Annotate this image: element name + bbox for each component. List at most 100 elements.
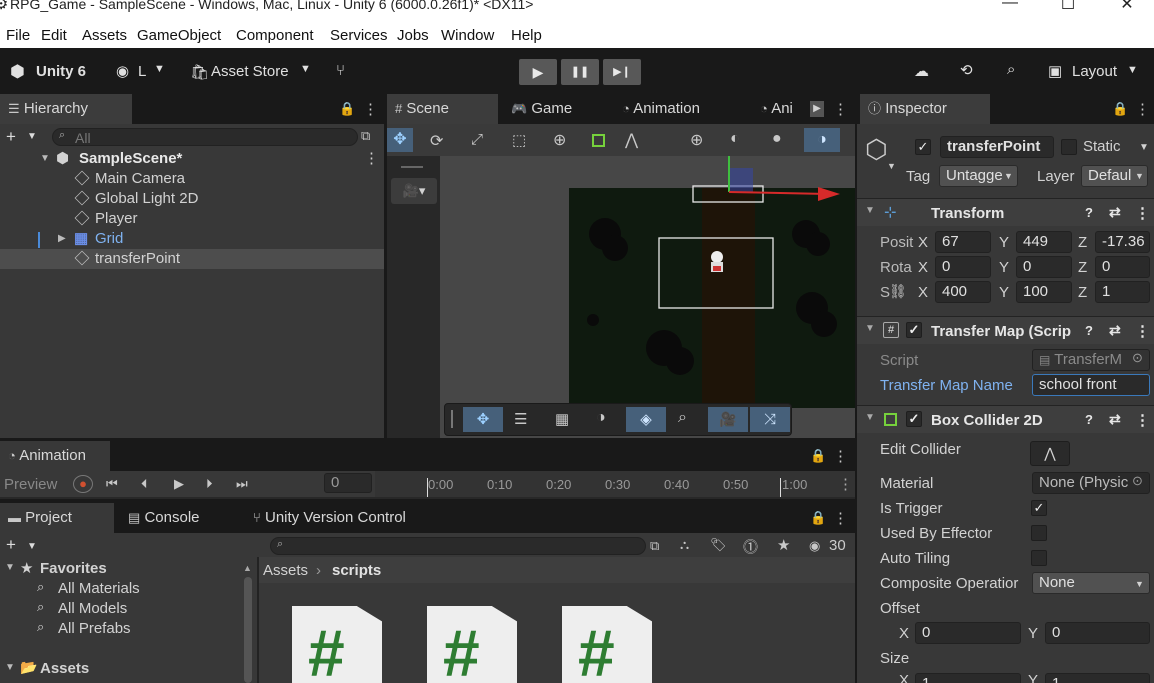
prev-keyframe-icon[interactable]: ⏴ [141,476,148,492]
component-enabled-checkbox[interactable]: ✓ [906,322,922,338]
lock-icon[interactable]: 🔒 [810,510,826,526]
splitter[interactable] [0,438,855,441]
warning-filter-icon[interactable]: ⓵ [743,536,758,557]
lighting-icon[interactable]: ◑ [596,409,606,427]
asset-store-dropdown-icon[interactable]: ▼ [300,63,311,75]
scene-visibility-icon[interactable]: ◈ [626,407,666,432]
favorites-label[interactable]: Favorites [40,560,107,577]
scene-row[interactable]: ▼ ⬢ SampleScene* ⋮ [0,149,384,169]
constrain-proportions-icon[interactable]: ⛓ [889,283,907,300]
menu-services[interactable]: Services [330,27,388,44]
tab-project[interactable]: ▬ Project [0,503,114,533]
rotation-y-field[interactable]: 0 [1016,256,1072,278]
layout-dropdown-icon[interactable]: ▼ [1127,64,1138,76]
play-animation-icon[interactable]: ▶ [174,476,184,492]
play-button[interactable]: ▶ [519,59,557,85]
tab-overflow-icon[interactable]: ▶ [810,101,824,117]
add-icon[interactable]: + [6,127,16,147]
position-x-field[interactable]: 67 [935,231,991,253]
history-icon[interactable]: ⟲ [960,61,973,79]
close-button[interactable]: ✕ [1107,0,1147,18]
offset-y-field[interactable]: 0 [1045,622,1150,644]
asset-store-icon[interactable]: 🛍 [190,63,209,81]
favorite-item[interactable]: All Prefabs [58,620,131,637]
menu-jobs[interactable]: Jobs [397,27,429,44]
filter-icon[interactable]: ⛬ [680,537,689,553]
scroll-up-icon[interactable]: ▲ [243,563,252,573]
help-icon[interactable]: ? [1085,205,1093,220]
offset-x-field[interactable]: 0 [915,622,1021,644]
expand-arrow-icon[interactable]: ▼ [5,562,15,573]
object-picker-icon[interactable]: ⊙ [1132,350,1143,366]
breadcrumb-scripts[interactable]: scripts [332,562,381,579]
position-z-field[interactable]: -17.36 [1095,231,1150,253]
kebab-menu-icon[interactable]: ⋮ [833,447,848,465]
pivot-icon[interactable]: ⊕ [690,130,703,150]
tab-console[interactable]: ▤ Console [120,503,200,533]
menu-gameobject[interactable]: GameObject [137,27,221,44]
drag-handle[interactable] [401,166,423,168]
zoom-icon[interactable]: ⌕ [678,409,687,427]
camera-icon[interactable]: 🎥 [708,407,748,432]
static-checkbox[interactable] [1061,139,1077,155]
expand-arrow-icon[interactable]: ▶ [58,229,66,249]
layout-icon[interactable]: ▣ [1048,62,1062,80]
rotation-z-field[interactable]: 0 [1095,256,1150,278]
lock-icon[interactable]: 🔒 [339,101,355,117]
transfer-map-header[interactable]: ▼ # ✓ Transfer Map (Scrip ? ⇄ ⋮ [857,316,1154,344]
hierarchy-item[interactable]: Main Camera [0,169,384,189]
expand-arrow-icon[interactable]: ▼ [5,662,15,673]
scale-tool-icon[interactable]: ⤢ [471,131,483,148]
maximize-button[interactable]: ☐ [1048,0,1088,18]
presets-icon[interactable]: ⇄ [1109,204,1121,221]
static-dropdown-icon[interactable]: ▼ [1139,142,1149,153]
cloud-icon[interactable]: ☁ [914,62,929,80]
2d-mode-icon[interactable]: ◑ [804,128,840,152]
collider-edit-icon[interactable] [592,134,605,147]
splitter[interactable] [384,94,387,438]
pause-button[interactable]: ❚❚ [561,59,599,85]
lock-icon[interactable]: 🔒 [1112,101,1128,117]
component-kebab-icon[interactable]: ⋮ [1135,411,1150,429]
add-icon[interactable]: + [6,535,16,555]
scene-viewport[interactable] [440,156,855,438]
presets-icon[interactable]: ⇄ [1109,322,1121,339]
composite-operation-dropdown[interactable]: None [1032,572,1150,594]
timeline-kebab-icon[interactable]: ⋮ [838,475,853,493]
favorite-star-icon[interactable]: ★ [777,536,790,554]
last-keyframe-icon[interactable]: ⏭ [236,476,248,492]
overlay-drag-handle[interactable] [451,410,453,428]
hierarchy-search-input[interactable]: ⌕ All [52,128,358,146]
timeline-ruler[interactable]: 0:00 0:10 0:20 0:30 0:40 0:50 1:00 ⋮ [375,471,855,497]
is-trigger-checkbox[interactable]: ✓ [1031,500,1047,516]
minimize-button[interactable]: — [990,0,1030,18]
assets-label[interactable]: Assets [40,660,89,677]
scale-y-field[interactable]: 100 [1016,281,1072,303]
kebab-menu-icon[interactable]: ⋮ [363,100,378,118]
tree-scrollbar[interactable] [244,577,252,683]
menu-window[interactable]: Window [441,27,494,44]
kebab-menu-icon[interactable]: ⋮ [1135,100,1150,118]
menu-edit[interactable]: Edit [41,27,67,44]
hierarchy-item[interactable]: ▶ ▦ Grid [0,229,384,249]
active-checkbox[interactable]: ✓ [915,139,931,155]
menu-assets[interactable]: Assets [82,27,127,44]
collapse-arrow-icon[interactable]: ▼ [865,412,875,423]
asset-store-label[interactable]: Asset Store [211,63,289,80]
transform-header[interactable]: ▼ ⊹ Transform ? ⇄ ⋮ [857,198,1154,226]
account-dropdown-icon[interactable]: ▼ [154,63,165,75]
auto-tiling-checkbox[interactable] [1031,550,1047,566]
splitter[interactable] [0,499,855,503]
script-asset[interactable]: # [292,606,382,683]
kebab-menu-icon[interactable]: ⋮ [833,509,848,527]
presets-icon[interactable]: ⇄ [1109,411,1121,428]
project-search-input[interactable]: ⌕ [270,537,646,555]
rotation-x-field[interactable]: 0 [935,256,991,278]
add-dropdown-icon[interactable]: ▼ [27,131,37,142]
collapse-arrow-icon[interactable]: ▼ [865,323,875,334]
account-icon[interactable]: ◉ [116,62,129,80]
component-kebab-icon[interactable]: ⋮ [1135,204,1150,222]
icon-dropdown-icon[interactable]: ▼ [887,161,896,171]
lock-icon[interactable]: 🔒 [810,448,826,464]
help-icon[interactable]: ? [1085,412,1093,427]
